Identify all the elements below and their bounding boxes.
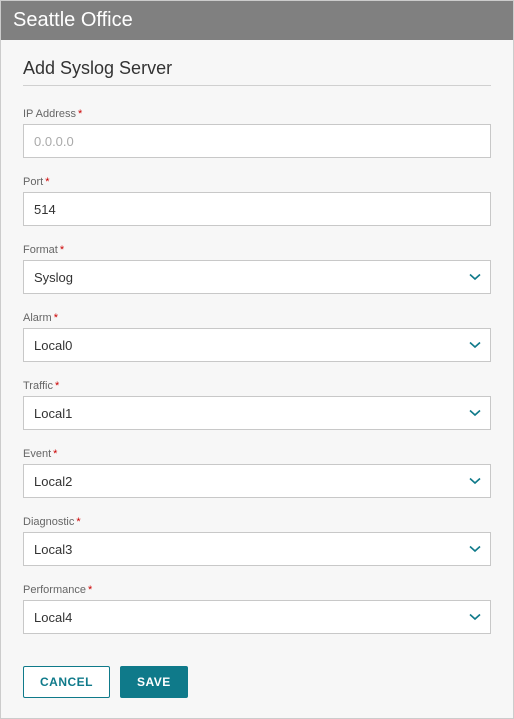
button-row: CANCEL SAVE bbox=[23, 666, 491, 698]
required-marker: * bbox=[45, 176, 49, 188]
format-select[interactable]: Syslog bbox=[23, 260, 491, 294]
cancel-button[interactable]: CANCEL bbox=[23, 666, 110, 698]
event-select[interactable]: Local2 bbox=[23, 464, 491, 498]
field-alarm: Alarm* Local0 bbox=[23, 312, 491, 362]
page-title: Add Syslog Server bbox=[23, 58, 491, 86]
format-label: Format* bbox=[23, 244, 491, 256]
traffic-select[interactable]: Local1 bbox=[23, 396, 491, 430]
field-traffic: Traffic* Local1 bbox=[23, 380, 491, 430]
diagnostic-select[interactable]: Local3 bbox=[23, 532, 491, 566]
diagnostic-label: Diagnostic* bbox=[23, 516, 491, 528]
port-label: Port* bbox=[23, 176, 491, 188]
traffic-label: Traffic* bbox=[23, 380, 491, 392]
field-port: Port* bbox=[23, 176, 491, 226]
field-diagnostic: Diagnostic* Local3 bbox=[23, 516, 491, 566]
required-marker: * bbox=[78, 108, 82, 120]
window: Seattle Office Add Syslog Server IP Addr… bbox=[0, 0, 514, 719]
event-label: Event* bbox=[23, 448, 491, 460]
performance-label: Performance* bbox=[23, 584, 491, 596]
required-marker: * bbox=[54, 312, 58, 324]
field-ip-address: IP Address* bbox=[23, 108, 491, 158]
field-format: Format* Syslog bbox=[23, 244, 491, 294]
window-header: Seattle Office bbox=[1, 1, 513, 40]
required-marker: * bbox=[76, 516, 80, 528]
window-title: Seattle Office bbox=[13, 9, 133, 31]
alarm-label: Alarm* bbox=[23, 312, 491, 324]
port-input[interactable] bbox=[23, 192, 491, 226]
ip-address-label: IP Address* bbox=[23, 108, 491, 120]
required-marker: * bbox=[55, 380, 59, 392]
required-marker: * bbox=[60, 244, 64, 256]
save-button[interactable]: SAVE bbox=[120, 666, 188, 698]
alarm-select[interactable]: Local0 bbox=[23, 328, 491, 362]
required-marker: * bbox=[53, 448, 57, 460]
required-marker: * bbox=[88, 584, 92, 596]
performance-select[interactable]: Local4 bbox=[23, 600, 491, 634]
field-performance: Performance* Local4 bbox=[23, 584, 491, 634]
ip-address-input[interactable] bbox=[23, 124, 491, 158]
field-event: Event* Local2 bbox=[23, 448, 491, 498]
content-area: Add Syslog Server IP Address* Port* Form… bbox=[1, 40, 513, 718]
